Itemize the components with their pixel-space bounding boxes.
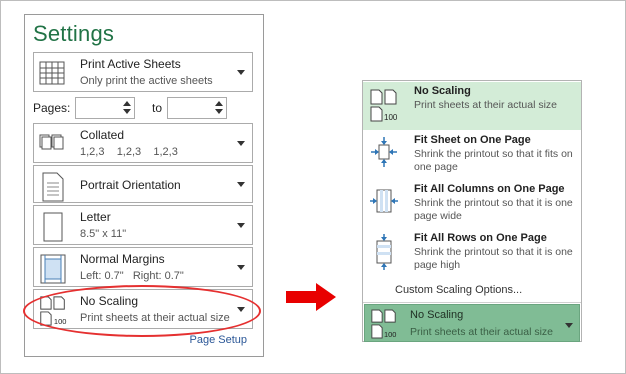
- chevron-down-icon: [237, 223, 245, 228]
- menu-item-desc: Shrink the printout so that it is one pa…: [414, 197, 573, 222]
- portrait-page-icon: [42, 172, 64, 202]
- settings-title: Settings: [33, 21, 115, 46]
- spin-down-icon[interactable]: [122, 108, 132, 117]
- pages-to-label: to: [152, 101, 163, 115]
- menu-separator: [363, 302, 581, 303]
- custom-scaling-options[interactable]: Custom Scaling Options...: [395, 284, 522, 296]
- collation-title: Collated: [80, 128, 125, 142]
- letter-page-icon: [43, 212, 63, 242]
- spin-down-icon[interactable]: [214, 108, 224, 117]
- pages-from-input[interactable]: [75, 97, 135, 119]
- scaling-menu: 100 No Scaling Print sheets at their act…: [362, 80, 582, 342]
- menu-item-desc: Print sheets at their actual size: [414, 99, 557, 111]
- print-what-subtitle: Only print the active sheets: [80, 75, 213, 87]
- chevron-down-icon: [237, 265, 245, 270]
- margins-dropdown[interactable]: Normal Margins Left: 0.7" Right: 0.7": [33, 247, 253, 287]
- print-what-dropdown[interactable]: Print Active Sheets Only print the activ…: [33, 52, 253, 92]
- menu-item-desc: Shrink the printout so that it fits on o…: [414, 148, 573, 173]
- chevron-down-icon: [237, 141, 245, 146]
- fit-rows-icon: [376, 234, 392, 270]
- fit-sheet-icon: [371, 137, 397, 167]
- menu-item-fit-columns[interactable]: Fit All Columns on One Page Shrink the p…: [363, 180, 581, 228]
- chevron-down-icon: [237, 70, 245, 75]
- pages-label: Pages:: [33, 101, 71, 115]
- chevron-down-icon: [237, 182, 245, 187]
- collated-pages-icon: [39, 134, 64, 150]
- orientation-dropdown[interactable]: Portrait Orientation: [33, 165, 253, 203]
- paper-subtitle: 8.5" x 11": [80, 228, 127, 240]
- menu-icon-number: 100: [384, 113, 398, 122]
- orientation-title: Portrait Orientation: [80, 178, 181, 192]
- current-scaling-dropdown[interactable]: 100 No Scaling Print sheets at their act…: [364, 304, 580, 342]
- margins-icon: [40, 254, 66, 284]
- current-icon-number: 100: [384, 330, 396, 339]
- menu-item-title: No Scaling: [414, 85, 471, 97]
- pages-to-input[interactable]: [167, 97, 227, 119]
- paper-title: Letter: [80, 210, 111, 224]
- chevron-down-icon: [565, 323, 573, 328]
- highlight-oval: [23, 285, 261, 337]
- menu-item-title: Fit Sheet on One Page: [414, 134, 531, 146]
- spin-up-icon[interactable]: [122, 99, 132, 108]
- spin-up-icon[interactable]: [214, 99, 224, 108]
- current-scaling-subtitle: Print sheets at their actual size: [410, 326, 553, 338]
- current-scaling-title: No Scaling: [410, 309, 464, 321]
- margins-subtitle: Left: 0.7" Right: 0.7": [80, 270, 184, 282]
- menu-item-title: Fit All Rows on One Page: [414, 232, 547, 244]
- paper-size-dropdown[interactable]: Letter 8.5" x 11": [33, 205, 253, 245]
- menu-item-no-scaling[interactable]: 100 No Scaling Print sheets at their act…: [363, 82, 581, 130]
- menu-item-desc: Shrink the printout so that it is one pa…: [414, 246, 573, 271]
- sheets-grid-icon: [39, 61, 65, 85]
- right-arrow-icon: [286, 283, 336, 311]
- margins-title: Normal Margins: [80, 252, 165, 266]
- no-scaling-icon: 100: [370, 89, 398, 122]
- menu-item-fit-sheet[interactable]: Fit Sheet on One Page Shrink the printou…: [363, 131, 581, 179]
- page-setup-link[interactable]: Page Setup: [190, 334, 248, 346]
- print-what-title: Print Active Sheets: [80, 57, 181, 71]
- pages-range: Pages: to: [33, 97, 258, 119]
- collation-dropdown[interactable]: Collated 1,2,3 1,2,3 1,2,3: [33, 123, 253, 163]
- collation-subtitle: 1,2,3 1,2,3 1,2,3: [80, 146, 178, 158]
- menu-item-title: Fit All Columns on One Page: [414, 183, 565, 195]
- no-scaling-icon: 100: [371, 309, 396, 339]
- menu-item-fit-rows[interactable]: Fit All Rows on One Page Shrink the prin…: [363, 229, 581, 277]
- fit-columns-icon: [370, 189, 398, 213]
